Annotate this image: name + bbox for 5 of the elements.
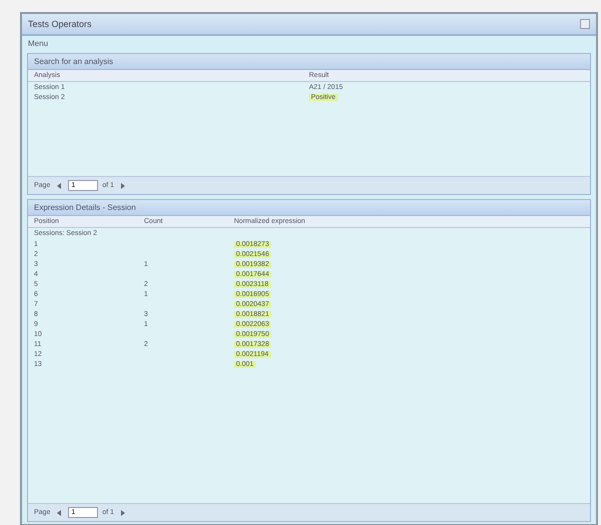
window-title: Tests Operators <box>28 19 92 29</box>
panel-title: Search for an analysis <box>28 54 590 70</box>
close-button[interactable] <box>580 19 590 29</box>
panel-title: Expression Details - Session <box>28 200 590 216</box>
menu-item[interactable]: Menu <box>28 39 48 48</box>
